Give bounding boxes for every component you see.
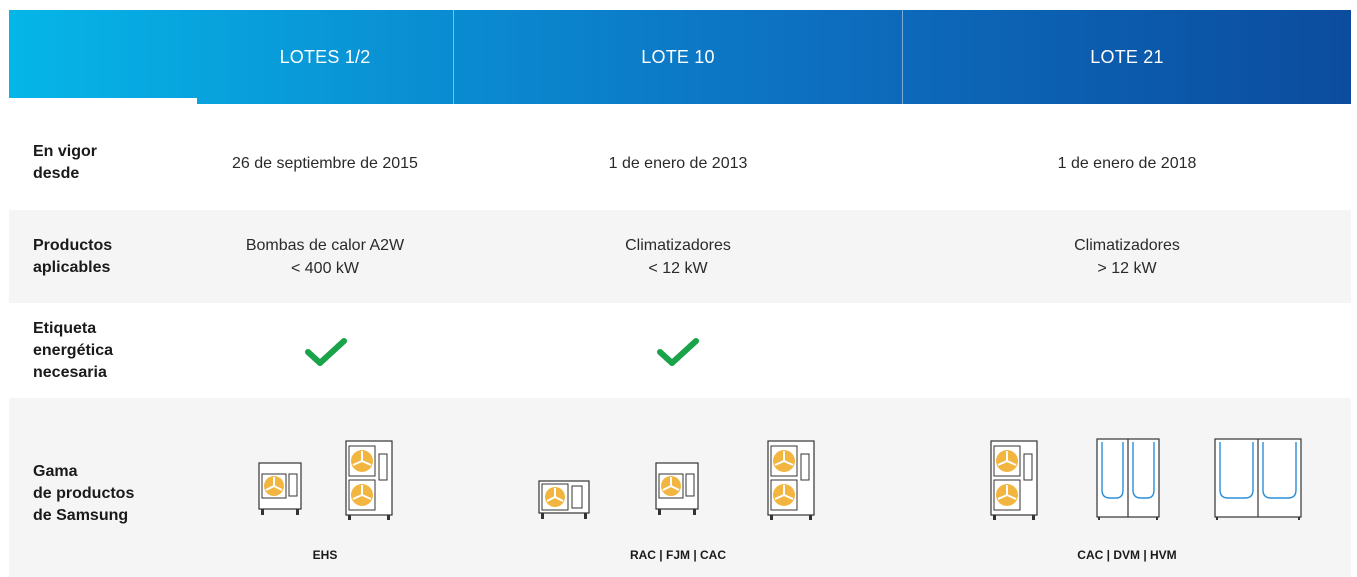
productos-lotes-1-2-line1: Bombas de calor A2W	[245, 237, 405, 254]
productos-lote-21: Climatizadores > 12 kW	[903, 234, 1351, 280]
productos-lote-21-line2: > 12 kW	[1097, 260, 1157, 277]
en-vigor-lote-10: 1 de enero de 2013	[608, 155, 748, 172]
hvm-unit-icon	[1214, 438, 1302, 520]
gama-caption-lote-10: RAC | FJM | CAC	[629, 548, 727, 562]
outdoor-unit-icon	[345, 440, 393, 520]
header-notch	[9, 98, 197, 106]
row-label-etiqueta: Etiqueta energética necesaria	[33, 320, 114, 381]
column-header-lote-21: LOTE 21	[1090, 47, 1164, 67]
outdoor-unit-icon	[655, 462, 699, 515]
hvm-unit-icon	[1096, 438, 1160, 520]
gama-caption-lote-21: CAC | DVM | HVM	[1077, 548, 1177, 562]
checkmark-icon	[657, 338, 699, 366]
productos-lotes-1-2-line2: < 400 kW	[290, 260, 360, 277]
column-header-lote-10: LOTE 10	[641, 47, 715, 67]
checkmark-icon	[305, 338, 347, 366]
gama-caption-lotes-1-2: EHS	[312, 548, 338, 562]
outdoor-unit-icon	[990, 440, 1038, 520]
productos-lote-21-line1: Climatizadores	[1074, 237, 1180, 254]
productos-lote-10: Climatizadores < 12 kW	[454, 234, 902, 280]
productos-lotes-1-2: Bombas de calor A2W < 400 kW	[197, 234, 453, 280]
row-label-productos: Productos aplicables	[33, 237, 113, 276]
outdoor-unit-icon	[258, 462, 302, 515]
en-vigor-lote-21: 1 de enero de 2018	[1057, 155, 1197, 172]
outdoor-unit-icon	[767, 440, 815, 520]
productos-lote-10-line1: Climatizadores	[625, 237, 731, 254]
productos-lote-10-line2: < 12 kW	[648, 260, 708, 277]
column-header-lotes-1-2: LOTES 1/2	[279, 47, 371, 67]
row-label-gama: Gama de productos de Samsung	[33, 463, 135, 524]
en-vigor-lotes-1-2: 26 de septiembre de 2015	[232, 155, 418, 172]
row-label-en-vigor: En vigor desde	[33, 143, 98, 182]
outdoor-unit-icon	[538, 480, 590, 519]
